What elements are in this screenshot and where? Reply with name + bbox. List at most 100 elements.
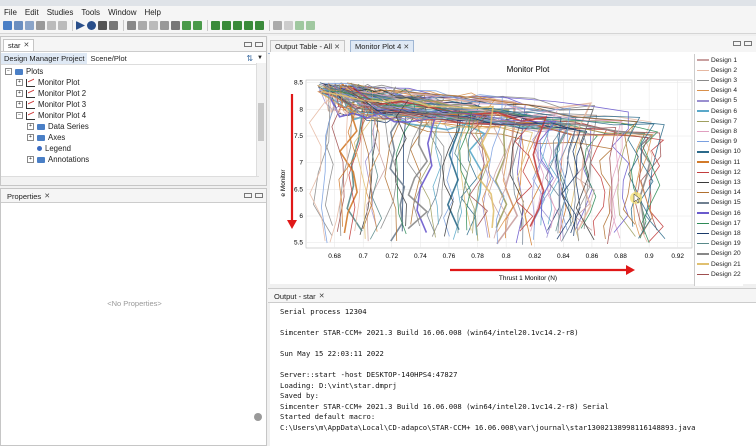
maximize-icon[interactable] <box>255 193 263 198</box>
menu-file[interactable]: File <box>0 8 21 17</box>
minimize-icon[interactable] <box>244 193 252 198</box>
subtab-scene-plot[interactable]: Scene/Plot <box>87 54 129 63</box>
new-icon[interactable] <box>3 21 12 30</box>
legend-item[interactable]: Design 4 <box>697 86 737 96</box>
legend-item[interactable]: Design 10 <box>697 147 741 157</box>
legend-item[interactable]: Design 20 <box>697 249 741 259</box>
legend-item[interactable]: Design 9 <box>697 137 737 147</box>
chevron-down-icon[interactable]: ▼ <box>257 55 263 61</box>
tree-item[interactable]: − Plots <box>5 66 43 77</box>
menu-tools[interactable]: Tools <box>77 8 104 17</box>
legend-item[interactable]: Design 13 <box>697 177 741 187</box>
expand-icon[interactable]: + <box>16 90 23 97</box>
scrollbar-thumb[interactable] <box>258 103 264 141</box>
back-icon[interactable] <box>47 21 56 30</box>
help-icon[interactable] <box>254 413 262 421</box>
legend-item[interactable]: Design 16 <box>697 208 741 218</box>
camera-icon[interactable] <box>171 21 180 30</box>
expand-icon[interactable]: + <box>27 156 34 163</box>
legend-item[interactable]: Design 7 <box>697 116 737 126</box>
play-icon[interactable] <box>273 21 282 30</box>
legend-item[interactable]: Design 11 <box>697 157 740 167</box>
tree-item[interactable]: − Monitor Plot 4 <box>16 110 86 121</box>
clear-icon[interactable] <box>127 21 136 30</box>
legend-item[interactable]: Design 21 <box>697 259 741 269</box>
legend-item[interactable]: Design 5 <box>697 96 737 106</box>
legend-item[interactable]: Design 22 <box>697 269 741 279</box>
green-forward-icon[interactable] <box>193 21 202 30</box>
close-icon[interactable] <box>36 21 45 30</box>
legend-item[interactable]: Design 19 <box>697 239 741 249</box>
menu-studies[interactable]: Studies <box>43 8 78 17</box>
tree-item[interactable]: Legend <box>27 143 71 154</box>
legend-item[interactable]: Design 18 <box>697 228 741 238</box>
menu-edit[interactable]: Edit <box>21 8 43 17</box>
step-icon[interactable] <box>87 21 96 30</box>
tab-star[interactable]: star ✕ <box>3 39 35 51</box>
green-back-icon[interactable] <box>182 21 191 30</box>
legend-item[interactable]: Design 15 <box>697 198 741 208</box>
menu-window[interactable]: Window <box>104 8 140 17</box>
tree-item[interactable]: + Monitor Plot <box>16 77 80 88</box>
legend-label: Design 21 <box>711 260 741 268</box>
save-icon[interactable] <box>25 21 34 30</box>
menu-help[interactable]: Help <box>141 8 165 17</box>
tab-properties[interactable]: Properties ✕ <box>3 191 55 202</box>
first-icon[interactable] <box>211 21 220 30</box>
next-icon[interactable] <box>233 21 242 30</box>
zoom-icon[interactable] <box>160 21 169 30</box>
legend-item[interactable]: Design 17 <box>697 218 741 228</box>
legend-item[interactable]: Design 3 <box>697 75 737 85</box>
close-icon[interactable]: ✕ <box>334 44 340 51</box>
open-icon[interactable] <box>14 21 23 30</box>
maximize-icon[interactable] <box>255 41 263 47</box>
expand-icon[interactable]: − <box>16 112 23 119</box>
legend-item[interactable]: Design 8 <box>697 126 737 136</box>
legend-item[interactable]: Design 6 <box>697 106 737 116</box>
legend-label: Design 1 <box>711 56 738 64</box>
legend-label: Design 12 <box>711 168 741 176</box>
tab-output-star[interactable]: Output - star ✕ <box>270 291 329 302</box>
expand-icon[interactable]: + <box>16 101 23 108</box>
legend-item[interactable]: Design 14 <box>697 188 741 198</box>
pause-icon[interactable] <box>98 21 107 30</box>
minimize-icon[interactable] <box>244 41 252 47</box>
close-icon[interactable]: ✕ <box>319 291 325 302</box>
maximize-icon[interactable] <box>744 41 752 46</box>
tab-output-table[interactable]: Output Table - All ✕ <box>270 40 345 52</box>
horizontal-scrollbar[interactable] <box>1 176 259 185</box>
tab-monitor-plot-4[interactable]: Monitor Plot 4 ✕ <box>350 40 415 52</box>
close-icon[interactable]: ✕ <box>403 44 409 51</box>
tree-item[interactable]: + Data Series <box>27 121 89 132</box>
legend-item[interactable]: Design 1 <box>697 55 737 65</box>
expand-icon[interactable]: + <box>27 123 34 130</box>
select-icon[interactable] <box>149 21 158 30</box>
tree-item[interactable]: + Monitor Plot 3 <box>16 99 86 110</box>
x-tick-label: 0.86 <box>586 253 599 260</box>
legend-item[interactable]: Design 2 <box>697 65 737 75</box>
expand-icon[interactable]: + <box>16 79 23 86</box>
grid-icon[interactable] <box>138 21 147 30</box>
last-icon[interactable] <box>244 21 253 30</box>
stop-icon[interactable] <box>109 21 118 30</box>
monitor-plot-area[interactable]: Monitor Plot Thrust 1 Monitor (N) e Moni… <box>270 52 756 284</box>
prev-icon[interactable] <box>222 21 231 30</box>
close-icon[interactable]: ✕ <box>24 40 30 51</box>
minimize-icon[interactable] <box>733 41 741 46</box>
subtab-design-manager[interactable]: Design Manager Project <box>1 52 88 64</box>
tree-item[interactable]: + Axes <box>27 132 65 143</box>
tree-scrollbar[interactable] <box>256 63 266 185</box>
forward-icon[interactable] <box>58 21 67 30</box>
legend-item[interactable]: Design 12 <box>697 167 741 177</box>
tree-item[interactable]: + Monitor Plot 2 <box>16 88 86 99</box>
loop-icon[interactable] <box>255 21 264 30</box>
output-console[interactable]: Serial process 12304 Simcenter STAR-CCM+ … <box>270 303 756 446</box>
filter-icon[interactable]: ⇅ <box>246 54 253 63</box>
monitor-plot-chart[interactable]: Monitor Plot Thrust 1 Monitor (N) e Moni… <box>270 52 756 284</box>
close-icon[interactable]: ✕ <box>44 191 50 202</box>
chart-legend[interactable]: Design 1 Design 2 Design 3 Design 4 Design 5… <box>694 54 743 286</box>
expand-icon[interactable]: + <box>27 134 34 141</box>
expand-icon[interactable]: − <box>5 68 12 75</box>
tree-item[interactable]: + Annotations <box>27 154 89 165</box>
run-icon[interactable] <box>76 21 85 30</box>
